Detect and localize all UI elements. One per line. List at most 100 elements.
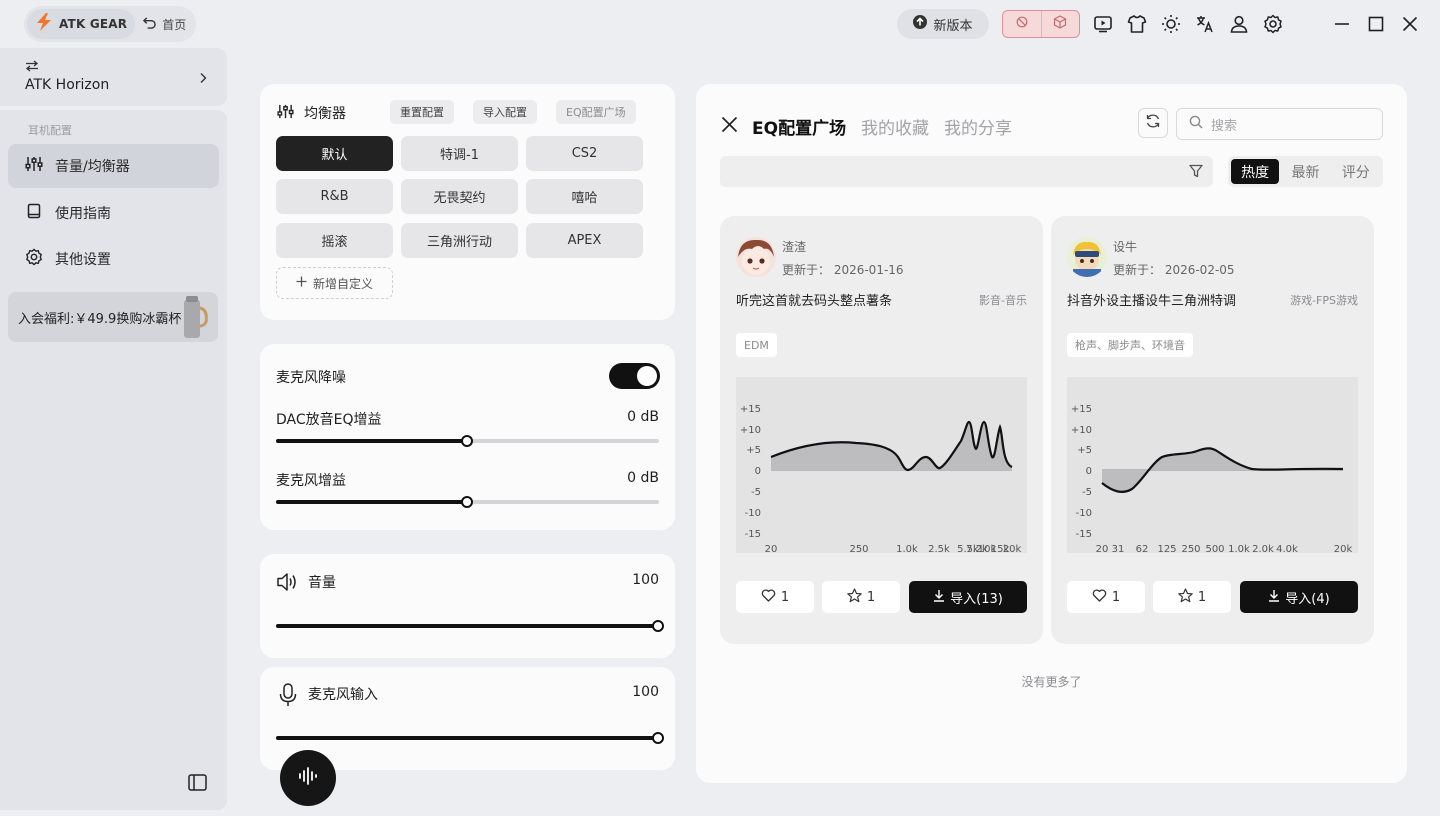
download-icon: [1268, 589, 1280, 606]
slider-knob[interactable]: [652, 620, 664, 632]
slider-knob[interactable]: [460, 496, 473, 508]
mode-off-button[interactable]: [1003, 11, 1041, 37]
preset-delta-force[interactable]: 三角洲行动: [401, 223, 518, 258]
tab-eq-plaza[interactable]: EQ配置广场: [752, 114, 846, 139]
x-tick: 4.0k: [1276, 544, 1298, 553]
translate-icon[interactable]: [1193, 12, 1217, 36]
preset-valorant[interactable]: 无畏契约: [401, 179, 518, 214]
like-button[interactable]: 1: [1067, 581, 1145, 613]
import-label: 导入(13): [950, 591, 1003, 607]
sidebar-item-guide[interactable]: 使用指南: [8, 191, 219, 235]
like-count: 1: [780, 589, 790, 605]
updated-date: 更新于： 2026-02-05: [1113, 263, 1235, 277]
user-icon[interactable]: [1227, 12, 1251, 36]
speaker-icon: [276, 571, 300, 597]
eq-plaza-button[interactable]: EQ配置广场: [556, 100, 636, 124]
audio-wave-fab[interactable]: [280, 750, 336, 806]
y-tick: +10: [740, 425, 761, 436]
author-name[interactable]: 渣渣: [782, 238, 806, 255]
sort-popular[interactable]: 热度: [1231, 159, 1280, 184]
new-version-button[interactable]: 新版本: [897, 9, 989, 39]
settings-gear-icon[interactable]: [1261, 12, 1285, 36]
x-tick: 62: [1136, 544, 1149, 553]
sort-newest[interactable]: 最新: [1281, 159, 1329, 184]
import-button[interactable]: 导入(4): [1240, 581, 1358, 613]
dac-gain-slider[interactable]: [276, 435, 659, 447]
noise-cancel-toggle[interactable]: [609, 363, 660, 389]
preset-default[interactable]: 默认: [276, 136, 393, 171]
mic-gain-slider[interactable]: [276, 496, 659, 508]
eq-curve-chart: +15 +10 +5 0 -5 -10 -15 20 250 1.0k 2.5k…: [736, 377, 1027, 555]
sidebar-item-volume-eq[interactable]: 音量/均衡器: [8, 144, 219, 188]
filter-bar[interactable]: [720, 156, 1213, 187]
close-icon[interactable]: [721, 116, 738, 137]
star-icon: [847, 587, 862, 607]
x-tick: 2.0k: [1252, 544, 1274, 553]
device-selector[interactable]: ATK Horizon: [0, 48, 227, 106]
mic-input-label: 麦克风输入: [308, 687, 378, 703]
import-config-button[interactable]: 导入配置: [473, 100, 537, 124]
author-name[interactable]: 设牛: [1113, 238, 1137, 255]
mode-3d-button[interactable]: [1040, 11, 1080, 37]
video-icon[interactable]: [1091, 12, 1115, 36]
tab-my-shares[interactable]: 我的分享: [944, 114, 1012, 139]
preset-rnb[interactable]: R&B: [276, 179, 393, 214]
brand-logo[interactable]: ATK GEAR: [27, 9, 136, 39]
home-link[interactable]: 首页: [143, 16, 186, 33]
device-name: ATK Horizon: [25, 77, 110, 93]
x-tick: 250: [849, 544, 868, 553]
slider-fill: [276, 736, 659, 740]
author-avatar[interactable]: [736, 237, 776, 277]
shirt-icon[interactable]: [1125, 12, 1149, 36]
config-title: 听完这首就去码头整点薯条: [736, 294, 893, 309]
favorite-button[interactable]: 1: [1153, 581, 1231, 613]
favorite-button[interactable]: 1: [822, 581, 900, 613]
undo-arrow-icon: [143, 16, 156, 32]
tab-my-favorites[interactable]: 我的收藏: [861, 114, 929, 139]
x-tick: 31: [1112, 544, 1125, 553]
y-tick: +5: [1077, 445, 1092, 456]
sun-icon[interactable]: [1159, 12, 1183, 36]
slider-knob[interactable]: [460, 435, 473, 447]
atk-bolt-icon: [33, 12, 55, 36]
promo-banner[interactable]: 入会福利:￥49.9换购冰霸杯: [8, 292, 218, 342]
sidebar-item-label: 使用指南: [55, 206, 111, 222]
refresh-button[interactable]: [1138, 108, 1168, 138]
microphone-icon: [279, 683, 297, 711]
eq-config-card[interactable]: 设牛 更新于： 2026-02-05 抖音外设主播设牛三角洲特调 游戏-FPS游…: [1051, 216, 1374, 644]
add-custom-button[interactable]: 新增自定义: [276, 267, 393, 299]
mic-input-slider[interactable]: [276, 732, 664, 744]
import-label: 导入(4): [1285, 591, 1330, 607]
minimize-icon[interactable]: [1330, 12, 1354, 36]
dac-gain-value: 0 dB: [627, 409, 659, 425]
volume-slider[interactable]: [276, 620, 664, 632]
promo-text: 入会福利:￥49.9换购冰霸杯: [18, 311, 182, 327]
sidebar-item-other-settings[interactable]: 其他设置: [8, 237, 219, 281]
preset-hiphop[interactable]: 嘻哈: [526, 179, 643, 214]
reset-config-button[interactable]: 重置配置: [390, 100, 454, 124]
x-tick: 250: [1181, 544, 1200, 553]
preset-rock[interactable]: 摇滚: [276, 223, 393, 258]
author-avatar[interactable]: [1067, 237, 1107, 277]
sort-rating[interactable]: 评分: [1332, 159, 1380, 184]
preset-custom-1[interactable]: 特调-1: [401, 136, 518, 171]
sort-segmented-control: 热度 最新 评分: [1228, 156, 1383, 187]
mic-gain-label: 麦克风增益: [276, 473, 346, 489]
maximize-icon[interactable]: [1364, 12, 1388, 36]
slider-knob[interactable]: [652, 732, 664, 744]
upload-arrow-icon: [913, 15, 928, 33]
title-bar: ATK GEAR 首页 新版本: [0, 0, 1440, 48]
like-button[interactable]: 1: [736, 581, 814, 613]
close-window-icon[interactable]: [1398, 12, 1422, 36]
heart-icon: [761, 588, 776, 606]
preset-apex[interactable]: APEX: [526, 223, 643, 258]
eq-config-card[interactable]: 渣渣 更新于： 2026-01-16 听完这首就去码头整点薯条 影音-音乐 ED…: [720, 216, 1043, 644]
mic-gain-value: 0 dB: [627, 470, 659, 486]
noise-cancel-label: 麦克风降噪: [276, 370, 346, 386]
sidebar-collapse-icon[interactable]: [188, 774, 207, 795]
import-button[interactable]: 导入(13): [909, 581, 1027, 613]
slider-fill: [276, 500, 468, 504]
filter-funnel-icon[interactable]: [1189, 164, 1203, 182]
preset-cs2[interactable]: CS2: [526, 136, 643, 171]
search-input[interactable]: 搜索: [1176, 108, 1383, 140]
